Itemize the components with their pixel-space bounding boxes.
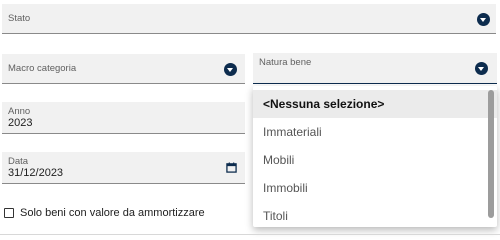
data-label: Data	[8, 156, 29, 167]
natura-bene-select[interactable]: Natura bene	[253, 53, 497, 84]
natura-bene-label: Natura bene	[259, 57, 312, 68]
macro-categoria-select[interactable]: Macro categoria	[2, 54, 245, 84]
option-nessuna-selezione[interactable]: <Nessuna selezione>	[253, 90, 497, 118]
data-field[interactable]: Data 31/12/2023	[2, 152, 245, 184]
natura-bene-dropdown[interactable]: <Nessuna selezione> Immateriali Mobili I…	[253, 86, 497, 227]
divider	[0, 234, 500, 235]
stato-select[interactable]: Stato	[2, 4, 496, 34]
natura-bene-chevron-down-icon[interactable]	[475, 62, 488, 75]
option-immateriali[interactable]: Immateriali	[253, 118, 497, 146]
stato-label: Stato	[8, 13, 31, 24]
option-mobili[interactable]: Mobili	[253, 146, 497, 174]
solo-beni-label: Solo beni con valore da ammortizzare	[20, 207, 205, 219]
solo-beni-checkbox-row[interactable]: Solo beni con valore da ammortizzare	[4, 207, 205, 219]
macro-categoria-chevron-down-icon[interactable]	[224, 63, 237, 76]
stato-chevron-down-icon[interactable]	[477, 13, 490, 26]
solo-beni-checkbox[interactable]	[4, 208, 14, 218]
data-value: 31/12/2023	[8, 167, 64, 179]
anno-value: 2023	[8, 117, 33, 129]
option-immobili[interactable]: Immobili	[253, 174, 497, 202]
calendar-icon[interactable]	[226, 162, 237, 173]
anno-label: Anno	[8, 106, 31, 117]
dropdown-scrollbar[interactable]	[488, 90, 494, 218]
macro-categoria-label: Macro categoria	[8, 63, 77, 74]
anno-field[interactable]: Anno 2023	[2, 102, 245, 134]
option-titoli[interactable]: Titoli	[253, 202, 497, 227]
